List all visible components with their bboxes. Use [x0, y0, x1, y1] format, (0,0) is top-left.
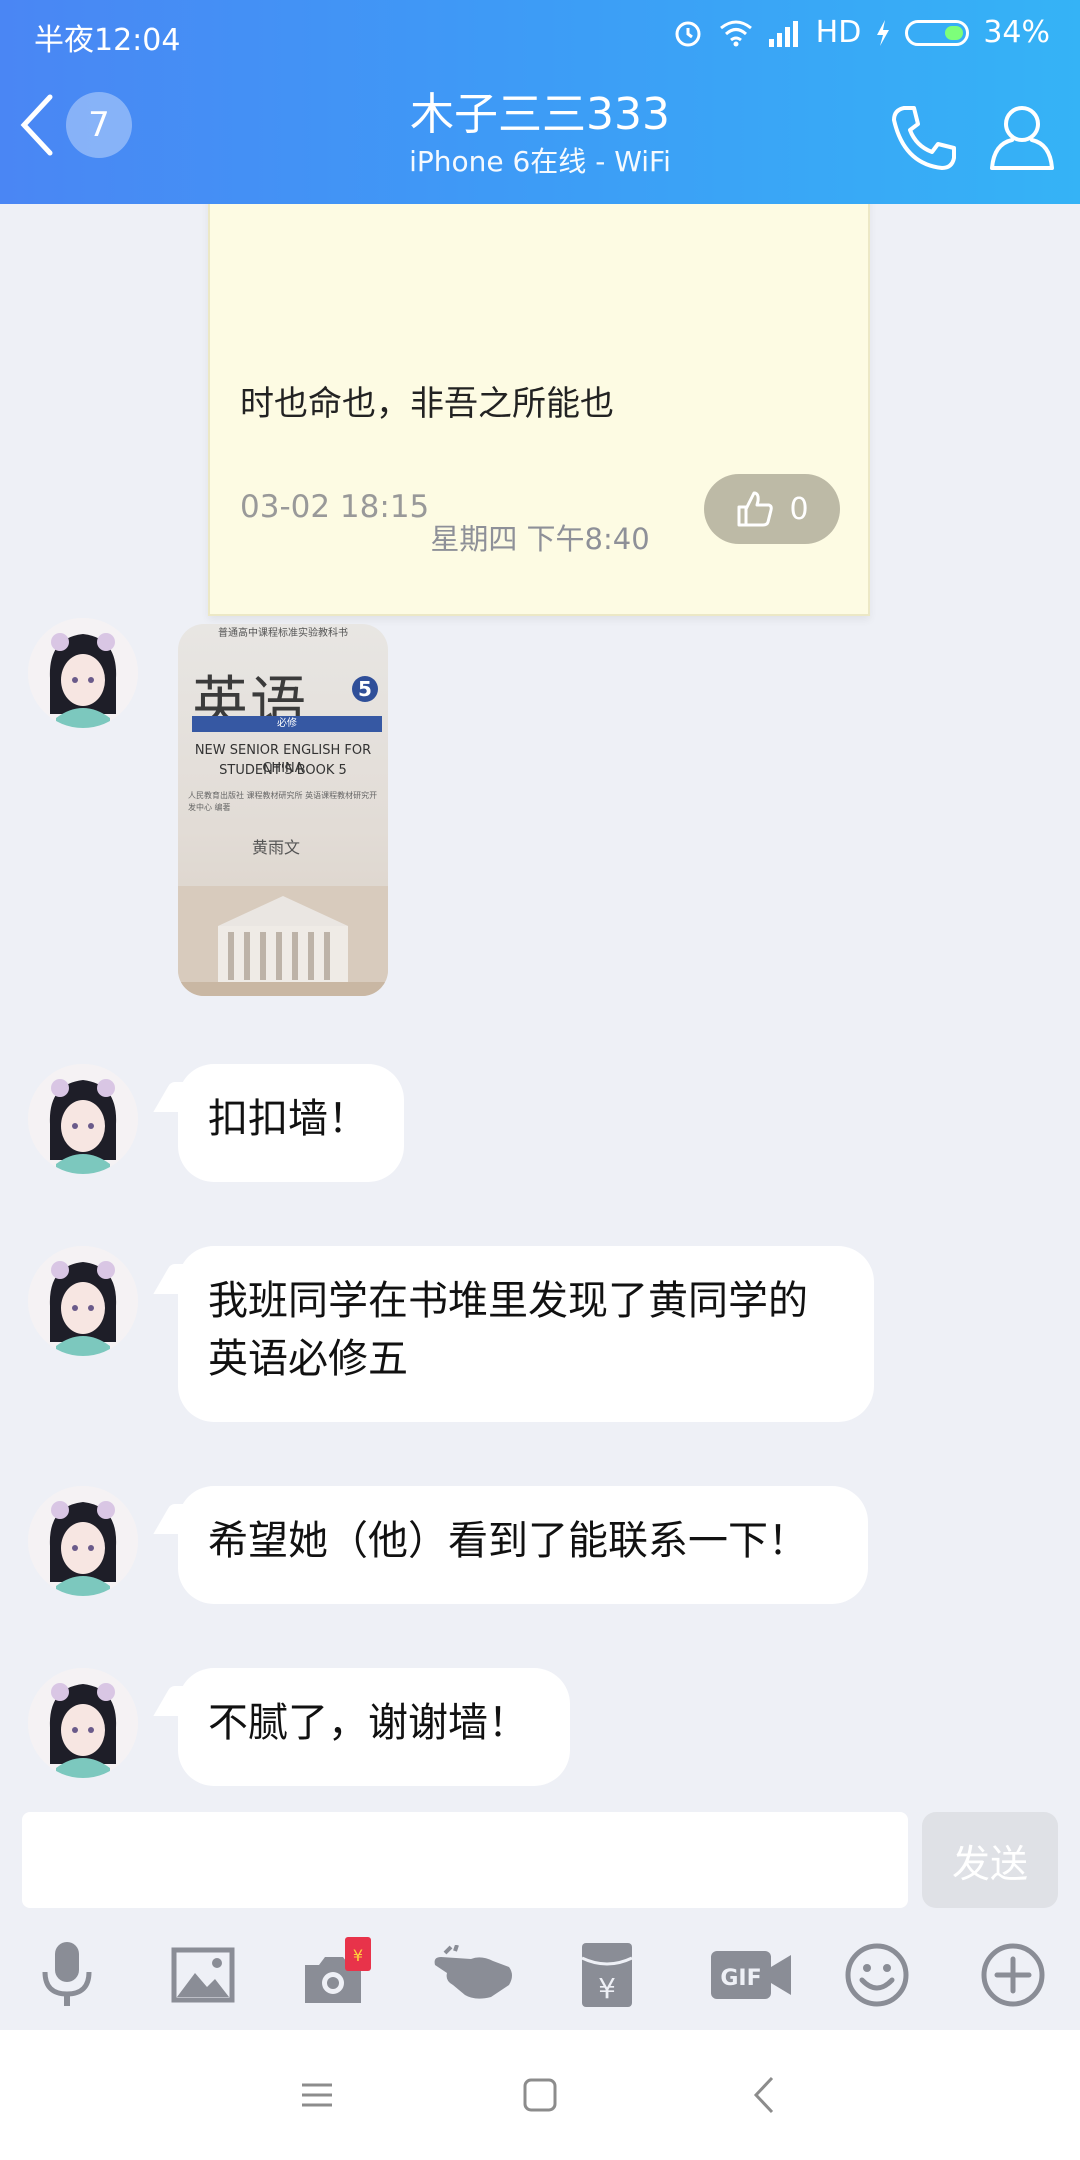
status-time: 半夜12:04	[34, 23, 181, 58]
plus-icon	[981, 1943, 1045, 2007]
back-nav-icon[interactable]	[740, 2070, 790, 2120]
more-button[interactable]	[968, 1930, 1058, 2020]
building-illustration	[178, 886, 388, 996]
voice-button[interactable]	[22, 1930, 112, 2020]
wifi-icon	[719, 20, 752, 46]
status-icons: HD 34%	[672, 15, 1050, 50]
mic-icon	[42, 1942, 92, 2006]
message-bubble[interactable]: 不腻了，谢谢墙！	[178, 1668, 570, 1786]
book-volume-number: 5	[352, 676, 378, 702]
avatar-illustration	[28, 1064, 138, 1174]
network-type: HD	[815, 15, 862, 50]
book-signature: 黄雨文	[252, 838, 301, 857]
status-bar: 半夜12:04 HD 34%	[0, 0, 1080, 68]
profile-icon[interactable]	[982, 98, 1062, 178]
image-button[interactable]	[158, 1930, 248, 2020]
gif-button[interactable]: GIF	[696, 1930, 806, 2020]
sender-avatar[interactable]	[28, 1668, 138, 1778]
emoji-button[interactable]	[832, 1930, 922, 2020]
message-text: 不腻了，谢谢墙！	[208, 1700, 528, 1746]
poke-icon	[434, 1945, 512, 1999]
home-icon[interactable]	[515, 2070, 565, 2120]
message-bubble[interactable]: 我班同学在书堆里发现了黄同学的英语必修五	[178, 1246, 874, 1422]
avatar-illustration	[28, 618, 138, 728]
sender-avatar[interactable]	[28, 1246, 138, 1356]
chat-message-list[interactable]: 时也命也，非吾之所能也 03-02 18:15 0 星期四 下午8:40 普通高…	[0, 204, 1080, 1810]
redpacket-icon: ¥	[581, 1943, 633, 2007]
message-text: 希望她（他）看到了能联系一下！	[208, 1518, 808, 1564]
book-publishers: 人民教育出版社 课程教材研究所 英语课程教材研究开发中心 编著	[188, 791, 378, 812]
message-bubble[interactable]: 扣扣墙！	[178, 1064, 404, 1182]
phone-call-icon[interactable]	[884, 98, 964, 178]
chat-header: 半夜12:04 HD 34% 7 木子三三333 iPhone 6在线 - Wi…	[0, 0, 1080, 204]
charging-icon	[877, 19, 890, 46]
battery-icon	[905, 19, 970, 46]
emoji-icon	[845, 1943, 909, 2007]
book-header-line: 普通高中课程标准实验教科书	[218, 628, 348, 639]
message-input[interactable]	[22, 1812, 908, 1908]
poke-button[interactable]	[428, 1930, 518, 2020]
camera-button[interactable]: ¥	[292, 1930, 382, 2020]
signal-icon	[768, 20, 798, 47]
svg-text:¥: ¥	[353, 1946, 363, 1965]
alarm-icon	[675, 21, 701, 46]
sender-avatar[interactable]	[28, 1486, 138, 1596]
book-band: 必修	[192, 716, 382, 732]
image-icon	[171, 1947, 235, 2003]
book-subtitle-2: STUDENT'S BOOK 5	[219, 763, 347, 778]
avatar-illustration	[28, 1668, 138, 1778]
message-timestamp: 星期四 下午8:40	[430, 522, 650, 556]
svg-text:GIF: GIF	[720, 1966, 761, 1991]
message-bubble[interactable]: 希望她（他）看到了能联系一下！	[178, 1486, 868, 1604]
note-text: 时也命也，非吾之所能也	[240, 384, 614, 424]
battery-percent: 34%	[983, 15, 1050, 50]
sender-avatar[interactable]	[28, 1064, 138, 1174]
message-text: 扣扣墙！	[208, 1096, 368, 1142]
gif-icon: GIF	[711, 1951, 791, 1999]
book-photo-message[interactable]: 普通高中课程标准实验教科书 英语 5 必修 NEW SENIOR ENGLISH…	[178, 624, 388, 996]
camera-redpacket-icon: ¥	[305, 1937, 371, 2003]
avatar-illustration	[28, 1246, 138, 1356]
chat-toolbar: ¥ ¥ GIF	[0, 1930, 1080, 2030]
avatar-illustration	[28, 1486, 138, 1596]
send-button[interactable]: 发送	[922, 1812, 1058, 1908]
sender-avatar[interactable]	[28, 618, 138, 728]
svg-text:¥: ¥	[598, 1972, 616, 2005]
book-band-text: 必修	[277, 718, 297, 729]
message-text: 我班同学在书堆里发现了黄同学的英语必修五	[208, 1278, 808, 1382]
red-packet-button[interactable]: ¥	[562, 1930, 652, 2020]
system-nav-bar	[0, 2030, 1080, 2160]
menu-icon[interactable]	[292, 2070, 342, 2120]
